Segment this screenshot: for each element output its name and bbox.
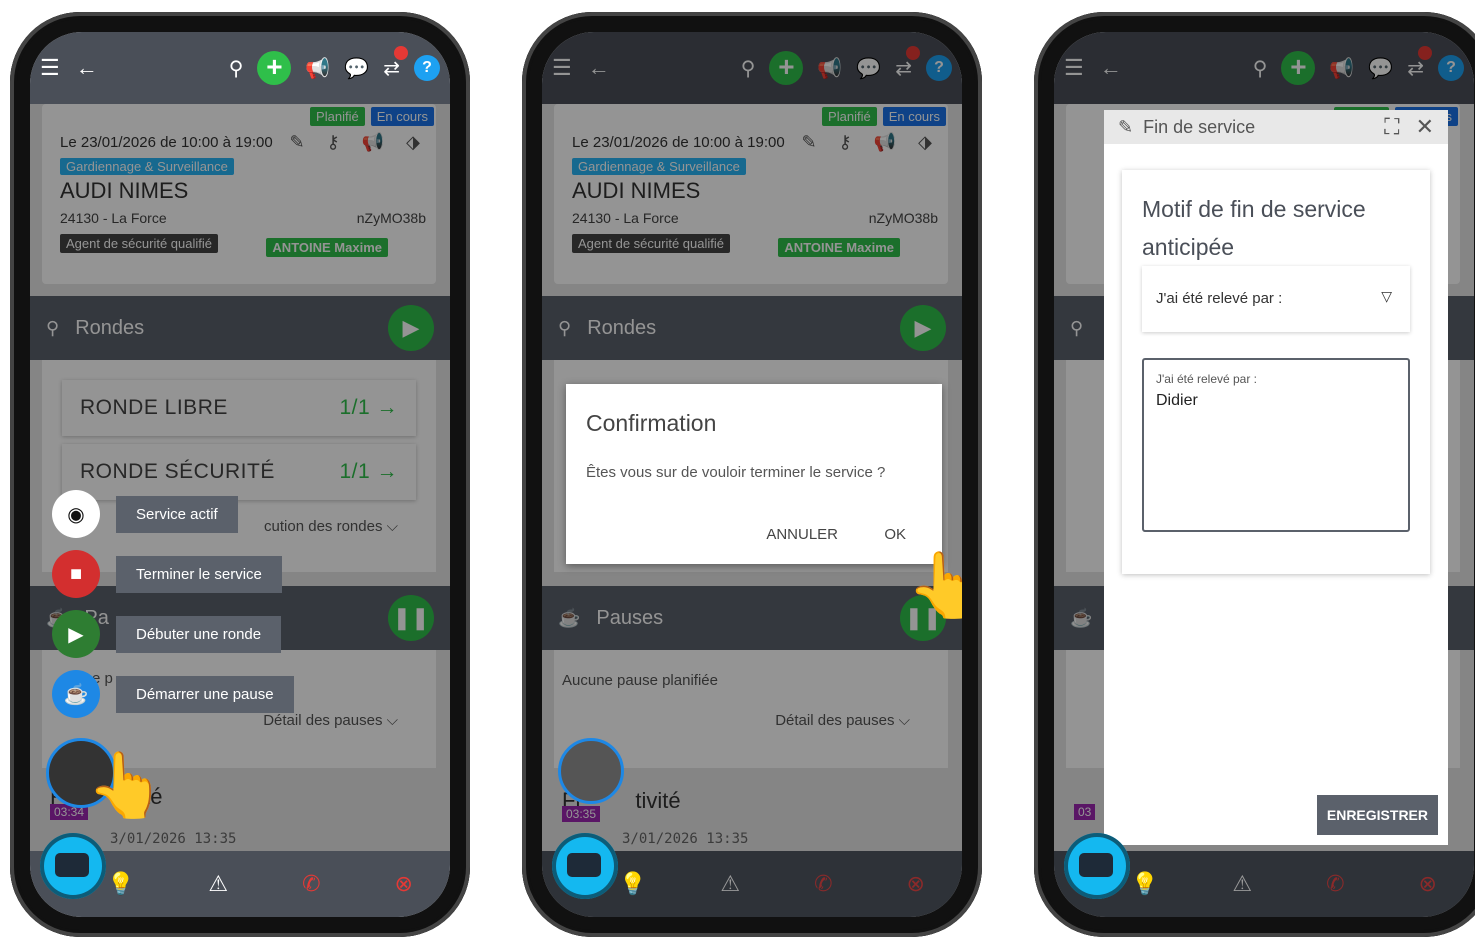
fab-menu-item[interactable]: ◉ Service actif [52,490,238,538]
menu-label: Terminer le service [116,555,282,593]
end-service-modal: ✎ Fin de service ⛶ ✕ Motif de fin de servic… [1104,110,1448,845]
dialog-message: Êtes vous sur de vouloir terminer le ser… [586,464,886,481]
screen-3: ☰← ⚲+📢💬⇄? PlanifiéEn cours ⚲ ☕ 03 3/01/2… [1054,32,1474,917]
menu-overlay [30,104,450,851]
fab-menu-item[interactable]: ☕ Démarrer une pause [52,670,294,718]
expand-icon[interactable]: ⛶ [1384,114,1399,140]
menu-label: Démarrer une pause [116,675,294,713]
screen-2: ☰ ← ⚲ + 📢 💬 ⇄? Planifié En cours Le 23/01/2026… [542,32,962,917]
top-bar: ☰ ← ⚲ + 📢 💬 ⇄? [30,32,450,104]
dialog-title: Confirmation [586,410,717,436]
phone-icon[interactable]: ✆ [1326,871,1344,897]
phone-icon[interactable]: ✆ [814,871,832,897]
add-icon[interactable]: + [257,51,292,85]
confirmation-dialog: Confirmation Êtes vous sur de vouloir te… [566,384,942,564]
hand-cursor-icon: 👆 [86,749,166,821]
bulb-icon[interactable]: 💡 [1131,871,1158,897]
reason-textarea[interactable]: J'ai été relevé par : Didier [1142,358,1410,532]
close-icon[interactable]: ✕ [1416,114,1434,140]
menu-label: Débuter une ronde [116,615,282,653]
message-icon [1079,853,1113,877]
reason-card: Motif de fin de service anticipée J'ai é… [1122,170,1430,574]
help-icon[interactable]: ? [414,55,440,81]
screen-1: ☰ ← ⚲ + 📢 💬 ⇄? Planifié En cours Le 23/01/2026… [30,32,450,917]
save-button[interactable]: ENREGISTRER [1316,795,1438,835]
stop-icon: ■ [52,550,100,598]
warning-icon[interactable]: ⚠ [208,871,228,897]
avatar-button[interactable] [558,738,624,804]
cancel-button[interactable]: ANNULER [766,526,838,543]
reason-title: Motif de fin de service anticipée [1142,196,1366,260]
reason-select[interactable]: J'ai été relevé par : ▽ [1142,266,1410,332]
search-icon[interactable]: ⚲ [229,56,244,81]
menu-icon[interactable]: ☰ [40,55,60,81]
chevron-down-icon: ▽ [1381,288,1392,304]
field-label: J'ai été relevé par : [1156,372,1258,386]
modal-header: ✎ Fin de service ⛶ ✕ [1104,110,1448,144]
phone-3: ☰← ⚲+📢💬⇄? PlanifiéEn cours ⚲ ☕ 03 3/01/2… [1034,12,1475,937]
back-icon[interactable]: ← [76,55,98,81]
chat-icon[interactable]: 💬 [344,56,369,81]
phone-2: ☰ ← ⚲ + 📢 💬 ⇄? Planifié En cours Le 23/01/2026… [522,12,982,937]
ok-button[interactable]: OK [884,526,906,543]
warning-icon[interactable]: ⚠ [720,871,740,897]
fab-menu-item[interactable]: ■ Terminer le service [52,550,282,598]
message-icon [567,853,601,877]
message-icon [55,853,89,877]
phone-1: ☰ ← ⚲ + 📢 💬 ⇄? Planifié En cours Le 23/01/2026… [10,12,470,937]
message-fab[interactable] [40,833,106,899]
eye-icon: ◉ [52,490,100,538]
fab-menu-item[interactable]: ▶ Débuter une ronde [52,610,282,658]
menu-label: Service actif [116,495,238,533]
bulb-icon[interactable]: 💡 [619,871,646,897]
message-fab[interactable] [1064,833,1130,899]
edit-icon: ✎ [1118,116,1134,137]
sos-icon[interactable]: ⊗ [907,871,925,897]
sos-icon[interactable]: ⊗ [1419,871,1437,897]
message-fab[interactable] [552,833,618,899]
route-play-icon: ▶ [52,610,100,658]
field-value: Didier [1156,392,1198,409]
sos-icon[interactable]: ⊗ [395,871,413,897]
megaphone-icon[interactable]: 📢 [305,56,330,81]
modal-title: Fin de service [1143,116,1256,137]
cup-pause-icon: ☕ [52,670,100,718]
hand-cursor-icon: 👆 [906,549,962,621]
select-value: J'ai été relevé par : [1156,290,1283,307]
phone-icon[interactable]: ✆ [302,871,320,897]
warning-icon[interactable]: ⚠ [1232,871,1252,897]
bulb-icon[interactable]: 💡 [107,871,134,897]
notification-icon[interactable]: ⇄ [383,45,408,81]
